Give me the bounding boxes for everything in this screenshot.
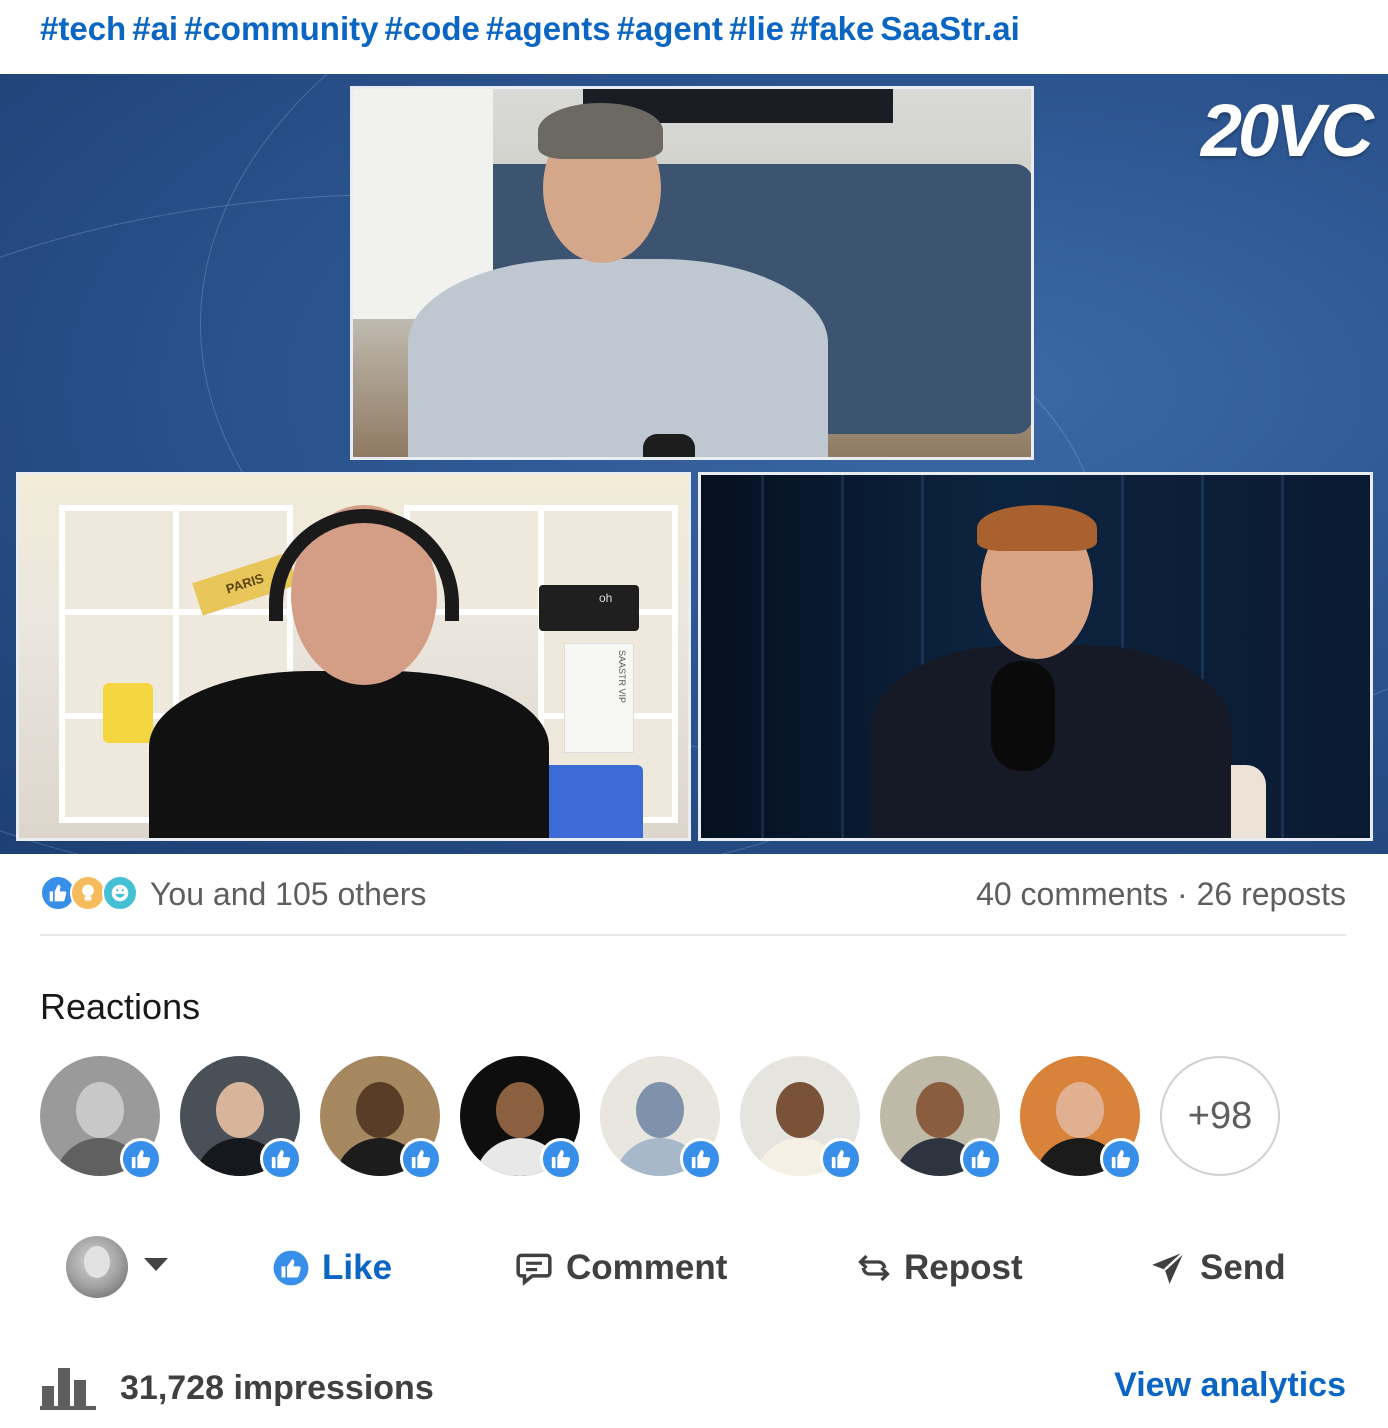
comment-icon [516, 1253, 552, 1286]
curtain-fold [1281, 475, 1284, 838]
reactor-avatars: +98 [40, 1056, 1300, 1180]
avatar-face [916, 1082, 964, 1138]
host-hair [977, 505, 1097, 551]
social-counts: You and 105 others 40 comments · 26 repo… [40, 872, 1346, 918]
hashtag-link[interactable]: #ai [132, 10, 178, 47]
repost-icon [858, 1254, 890, 1282]
divider [40, 934, 1346, 936]
hashtag-link[interactable]: #tech [40, 10, 126, 47]
oh-one-box: oh [539, 585, 639, 631]
podcast-microphone [991, 661, 1055, 771]
guest-hair [538, 103, 663, 159]
brand-logo: 20VC [1200, 89, 1374, 172]
send-icon [1152, 1251, 1185, 1284]
hashtag-link[interactable]: #agent [617, 10, 723, 47]
like-badge-icon [400, 1138, 442, 1180]
like-badge-icon [260, 1138, 302, 1180]
like-label: Like [322, 1248, 393, 1287]
curtain-fold [761, 475, 764, 838]
post-analytics-footer: 31,728 impressions View analytics [40, 1358, 1346, 1418]
send-button[interactable]: Send [1148, 1242, 1286, 1294]
avatar-face [776, 1082, 824, 1138]
like-badge-icon [820, 1138, 862, 1180]
actor-face [84, 1246, 110, 1278]
saastr-bag [543, 765, 643, 838]
hashtag-link[interactable]: #code [384, 10, 479, 47]
comment-button[interactable]: Comment [514, 1242, 727, 1294]
like-icon [273, 1250, 309, 1286]
like-badge-icon [680, 1138, 722, 1180]
video-tile-host-left: PARIS oh SAASTR VIP [16, 472, 691, 841]
repost-button[interactable]: Repost [856, 1242, 1023, 1294]
bar-chart-icon [40, 1368, 96, 1410]
shelf-cell [59, 505, 179, 615]
like-badge-icon [960, 1138, 1002, 1180]
chevron-down-icon[interactable] [144, 1258, 168, 1271]
post-hashtags: #tech #ai #community #code #agents #agent #lie… [40, 10, 1026, 54]
more-reactors-button[interactable]: +98 [1160, 1056, 1280, 1176]
hashtag-link[interactable]: #community [184, 10, 378, 47]
hashtag-link[interactable]: #fake [790, 10, 874, 47]
send-label: Send [1200, 1248, 1286, 1287]
impressions-count: 31,728 impressions [120, 1368, 434, 1407]
avatar-face [1056, 1082, 1104, 1138]
hashtag-link[interactable]: #agents [486, 10, 611, 47]
box-text: oh [599, 591, 613, 605]
reactions-heading: Reactions [40, 986, 201, 1027]
avatar-face [356, 1082, 404, 1138]
avatar-face [496, 1082, 544, 1138]
avatar-face [76, 1082, 124, 1138]
like-badge-icon [120, 1138, 162, 1180]
like-badge-icon [540, 1138, 582, 1180]
like-button[interactable]: Like [272, 1242, 392, 1294]
avatar-face [216, 1082, 264, 1138]
reaction-summary-icons[interactable] [40, 875, 140, 913]
repost-label: Repost [904, 1248, 1023, 1287]
likes-count[interactable]: You and 105 others [150, 876, 426, 913]
view-analytics-link[interactable]: View analytics [1114, 1366, 1346, 1405]
post-media[interactable]: 20VC PARIS oh SAASTR VIP [0, 74, 1388, 854]
post-action-bar: Like Comment Repost Send [40, 1232, 1346, 1304]
like-badge-icon [1100, 1138, 1142, 1180]
avatar-face [636, 1082, 684, 1138]
saastr-vip-box: SAASTR VIP [564, 643, 634, 753]
video-tile-host-right [698, 472, 1373, 841]
actor-avatar[interactable] [66, 1236, 128, 1298]
guest-torso [408, 259, 828, 457]
curtain-fold [841, 475, 844, 838]
comments-reposts: 40 comments · 26 reposts [976, 876, 1346, 913]
reposts-count[interactable]: 26 reposts [1197, 876, 1346, 912]
funny-icon [102, 875, 138, 911]
mention-link[interactable]: SaaStr.ai [880, 10, 1019, 47]
separator-dot: · [1177, 876, 1188, 912]
comments-count[interactable]: 40 comments [976, 876, 1168, 912]
impressions-stat[interactable]: 31,728 impressions [40, 1366, 434, 1410]
host-torso [149, 671, 549, 838]
video-tile-guest-top [350, 86, 1034, 460]
insightful-icon [70, 875, 106, 911]
pikachu-figure [103, 683, 153, 743]
hashtag-link[interactable]: #lie [729, 10, 784, 47]
microphone [643, 434, 695, 457]
comment-label: Comment [566, 1248, 728, 1287]
